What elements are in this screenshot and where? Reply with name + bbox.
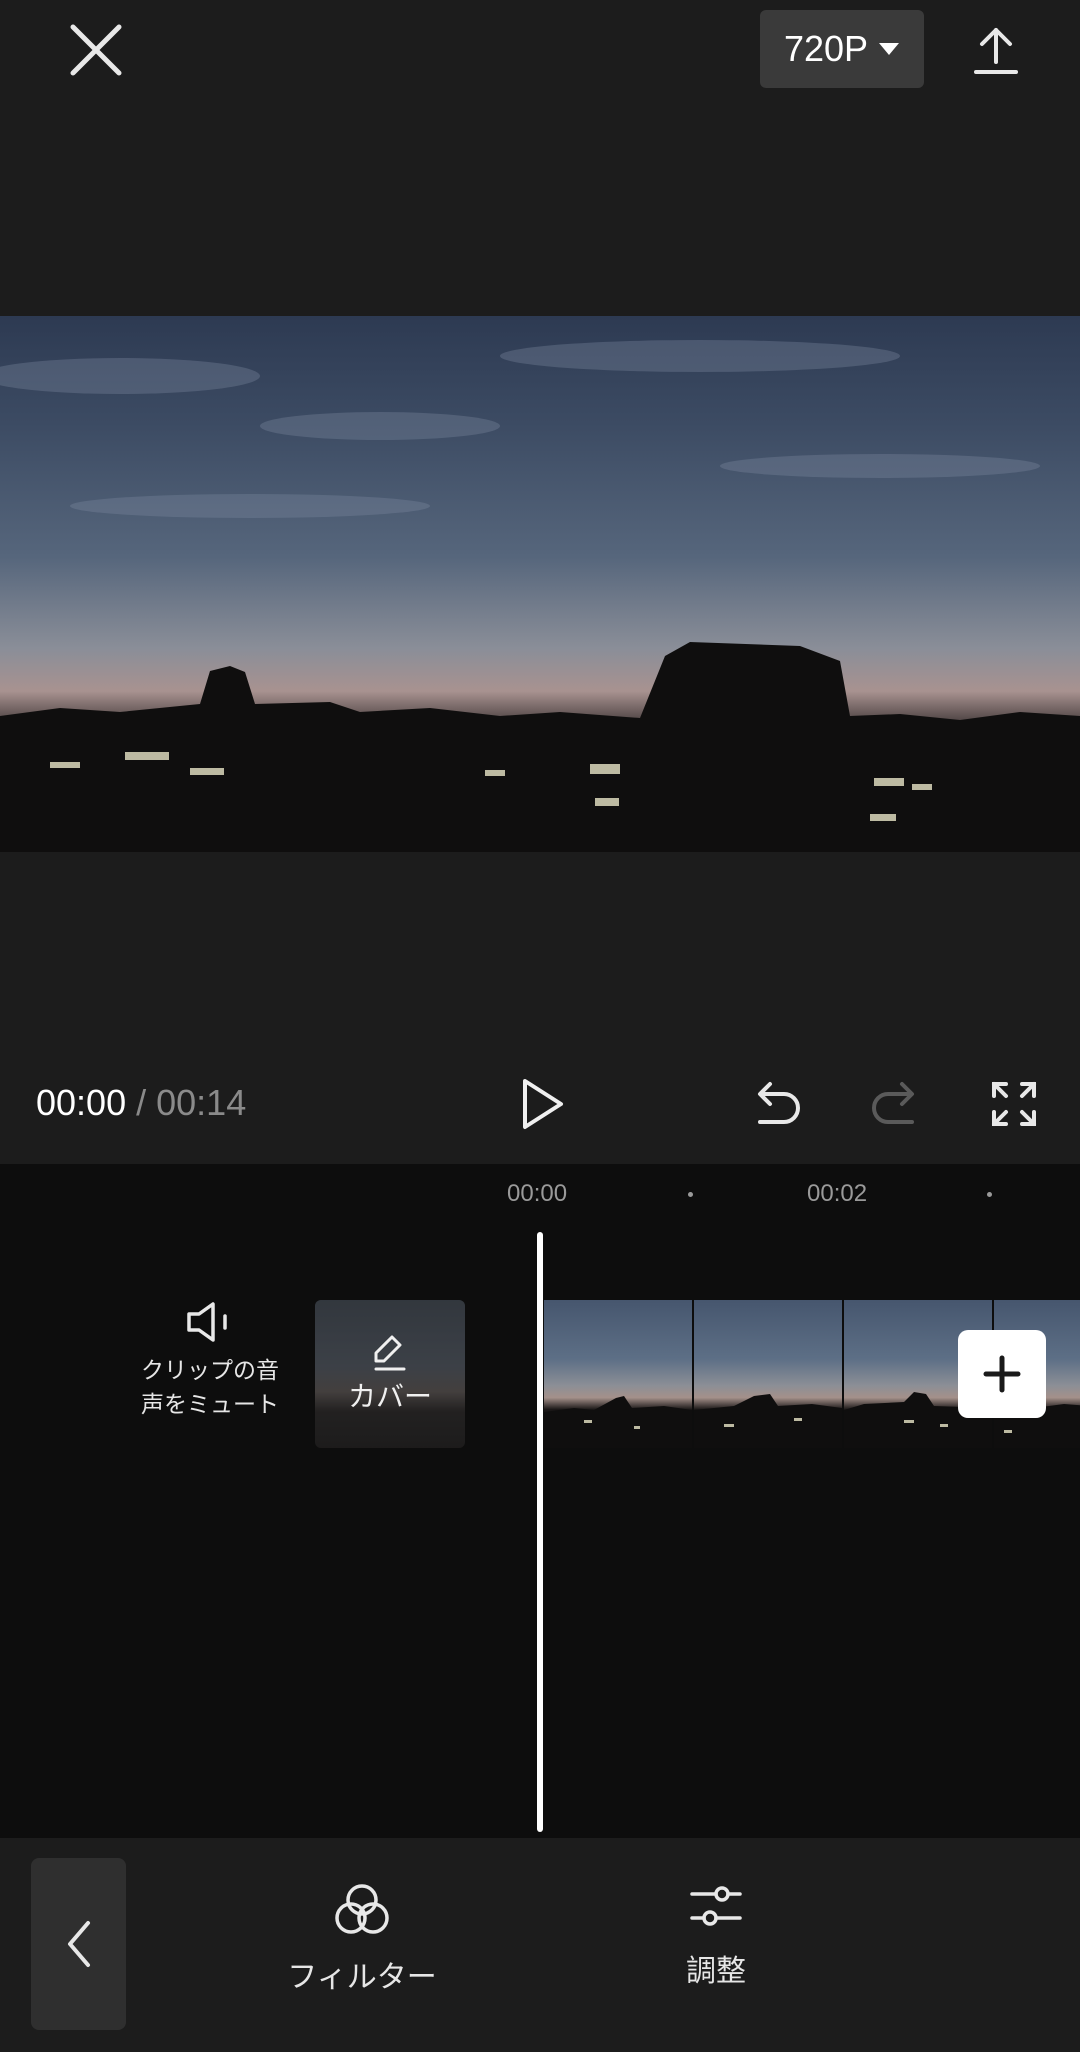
fullscreen-button[interactable] <box>980 1070 1048 1138</box>
filter-label: フィルター <box>287 1960 437 1995</box>
ruler-label: 00:00 <box>507 1180 568 1207</box>
timecode: 00:00 / 00:14 <box>36 1082 246 1124</box>
speaker-icon <box>187 1302 227 1342</box>
adjust-label: 調整 <box>686 1954 746 1989</box>
clip-thumbnail <box>694 1300 842 1448</box>
back-button[interactable] <box>31 1858 126 2030</box>
redo-button[interactable] <box>862 1070 930 1138</box>
mute-label-line1: クリップの音 <box>141 1358 279 1384</box>
upload-icon <box>974 28 1018 74</box>
export-button[interactable] <box>960 14 1032 86</box>
mute-label: クリップの音 声をミュート <box>120 1354 300 1422</box>
filter-tool[interactable]: フィルター <box>272 1880 452 2020</box>
plus-icon <box>983 1355 1021 1393</box>
cover-button[interactable]: カバー <box>315 1300 465 1448</box>
redo-icon <box>872 1082 914 1124</box>
play-icon <box>523 1079 563 1129</box>
resolution-dropdown[interactable]: 720P <box>760 10 924 88</box>
adjust-tool[interactable]: 調整 <box>626 1880 806 2020</box>
time-separator: / <box>136 1082 147 1123</box>
cover-label: カバー <box>347 1380 432 1413</box>
undo-icon <box>758 1082 800 1124</box>
mute-label-line2: 声をミュート <box>141 1392 279 1418</box>
undo-button[interactable] <box>742 1070 810 1138</box>
chevron-left-icon <box>67 1921 90 1967</box>
resolution-label: 720P <box>783 28 869 69</box>
current-time: 00:00 <box>36 1082 127 1123</box>
close-icon <box>70 24 122 76</box>
caret-down-icon <box>879 43 900 55</box>
play-button[interactable] <box>508 1070 576 1138</box>
filter-icon <box>335 1884 389 1934</box>
clip-thumbnail <box>544 1300 692 1448</box>
mute-clip-audio-button[interactable]: クリップの音 声をミュート <box>120 1300 300 1450</box>
add-clip-button[interactable] <box>958 1330 1046 1418</box>
ruler-label: 00:02 <box>807 1180 868 1207</box>
edit-pencil-icon <box>374 1335 406 1371</box>
fullscreen-icon <box>992 1082 1036 1126</box>
ruler-dot <box>688 1192 693 1197</box>
playhead[interactable] <box>537 1232 543 1832</box>
bottom-toolbar <box>0 1838 1080 2052</box>
total-time: 00:14 <box>156 1082 247 1123</box>
sliders-icon <box>690 1886 742 1926</box>
close-button[interactable] <box>60 14 132 86</box>
video-preview[interactable] <box>0 316 1080 852</box>
preview-scene <box>0 340 1080 852</box>
ruler-dot <box>987 1192 992 1197</box>
